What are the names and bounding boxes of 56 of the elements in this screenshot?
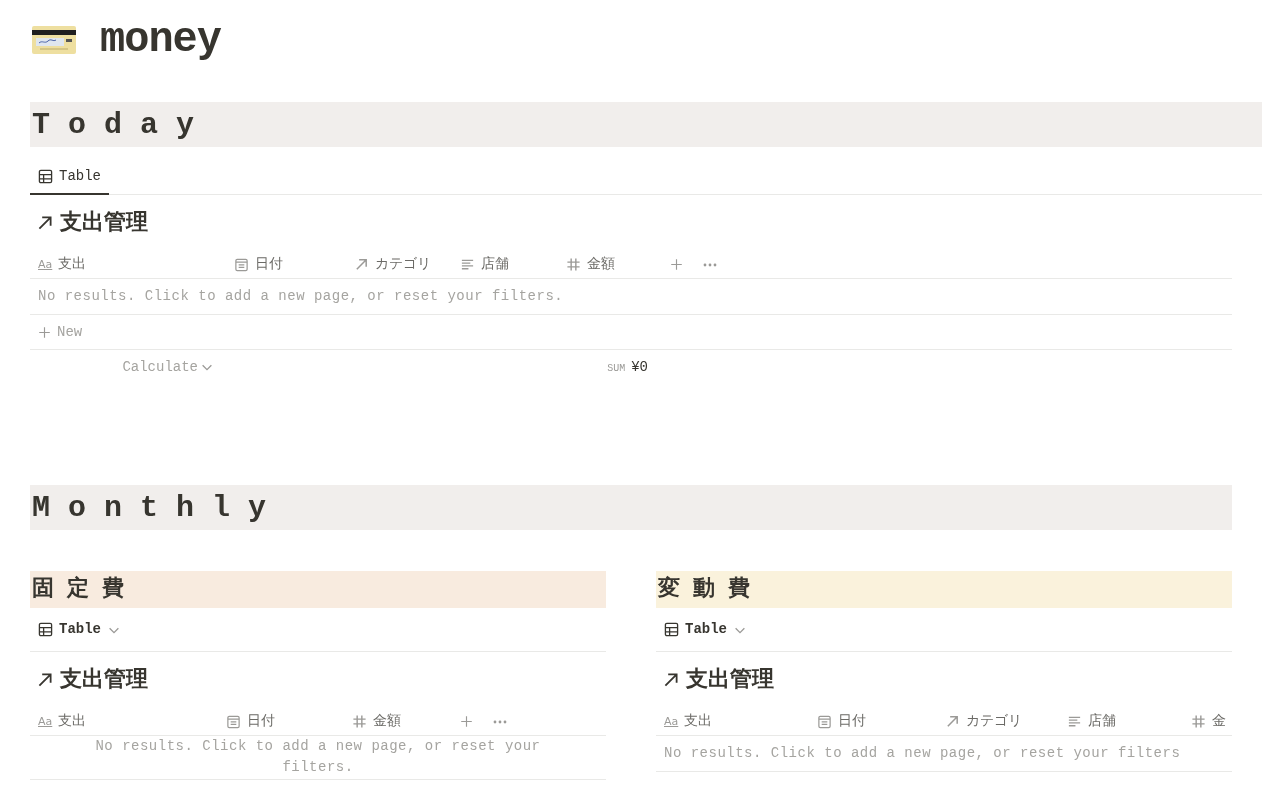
arrow-icon xyxy=(945,714,960,729)
hash-icon xyxy=(352,714,367,729)
database-title: 支出管理 xyxy=(60,666,148,695)
credit-card-icon xyxy=(32,26,76,54)
column-header[interactable]: 金額 xyxy=(344,711,448,732)
database-title: 支出管理 xyxy=(60,209,148,238)
empty-message: No results. Click to add a new page, or reset your filters xyxy=(664,744,1181,763)
text-type-icon: Aa xyxy=(664,716,679,727)
view-tab[interactable]: Table xyxy=(30,159,109,195)
sum-value: ¥0 xyxy=(631,357,648,377)
view-selector[interactable]: Table xyxy=(30,619,129,640)
column-header[interactable]: 日付 xyxy=(809,711,937,732)
calendar-icon xyxy=(234,257,249,272)
hash-icon xyxy=(566,257,581,272)
table-icon xyxy=(664,622,679,637)
empty-message: No results. Click to add a new page, or reset your filters. xyxy=(94,737,542,777)
arrow-icon xyxy=(36,671,54,689)
hash-icon xyxy=(1191,714,1206,729)
column-header[interactable]: 金額 xyxy=(558,254,658,275)
view-selector[interactable]: Table xyxy=(656,619,755,640)
column-header[interactable]: 店舗 xyxy=(1059,711,1183,732)
column-header[interactable]: Aa 支出 xyxy=(30,711,218,732)
page-title: money xyxy=(100,19,222,61)
table-icon xyxy=(38,622,53,637)
text-type-icon: Aa xyxy=(38,259,53,270)
column-header[interactable]: Aa 支出 xyxy=(30,254,226,275)
lines-icon xyxy=(1067,714,1082,729)
calendar-icon xyxy=(817,714,832,729)
section-heading: M o n t h l y xyxy=(32,492,267,523)
text-type-icon: Aa xyxy=(38,716,53,727)
calendar-icon xyxy=(226,714,241,729)
column-header[interactable]: Aa 支出 xyxy=(656,711,809,732)
plus-icon xyxy=(38,325,51,339)
plus-icon xyxy=(460,715,473,728)
section-heading: T o d a y xyxy=(32,109,195,140)
column-header[interactable]: 金 xyxy=(1183,711,1232,732)
add-column-button[interactable] xyxy=(670,258,683,271)
column-header[interactable]: 日付 xyxy=(218,711,344,732)
more-icon[interactable] xyxy=(493,719,507,724)
plus-icon xyxy=(670,258,683,271)
column-header[interactable]: カテゴリ xyxy=(346,254,452,275)
sum-label: SUM xyxy=(607,361,626,376)
panel-heading: 固 定 費 xyxy=(32,575,125,604)
arrow-icon xyxy=(36,214,54,232)
empty-message: No results. Click to add a new page, or reset your filters. xyxy=(38,287,564,306)
arrow-icon xyxy=(354,257,369,272)
column-header[interactable]: 日付 xyxy=(226,254,346,275)
arrow-icon xyxy=(662,671,680,689)
column-header[interactable]: カテゴリ xyxy=(937,711,1059,732)
column-header[interactable]: 店舗 xyxy=(452,254,558,275)
database-title: 支出管理 xyxy=(686,666,774,695)
add-column-button[interactable] xyxy=(460,715,473,728)
table-icon xyxy=(38,168,53,184)
lines-icon xyxy=(460,257,475,272)
panel-heading: 変 動 費 xyxy=(658,575,751,604)
more-icon[interactable] xyxy=(703,262,717,267)
